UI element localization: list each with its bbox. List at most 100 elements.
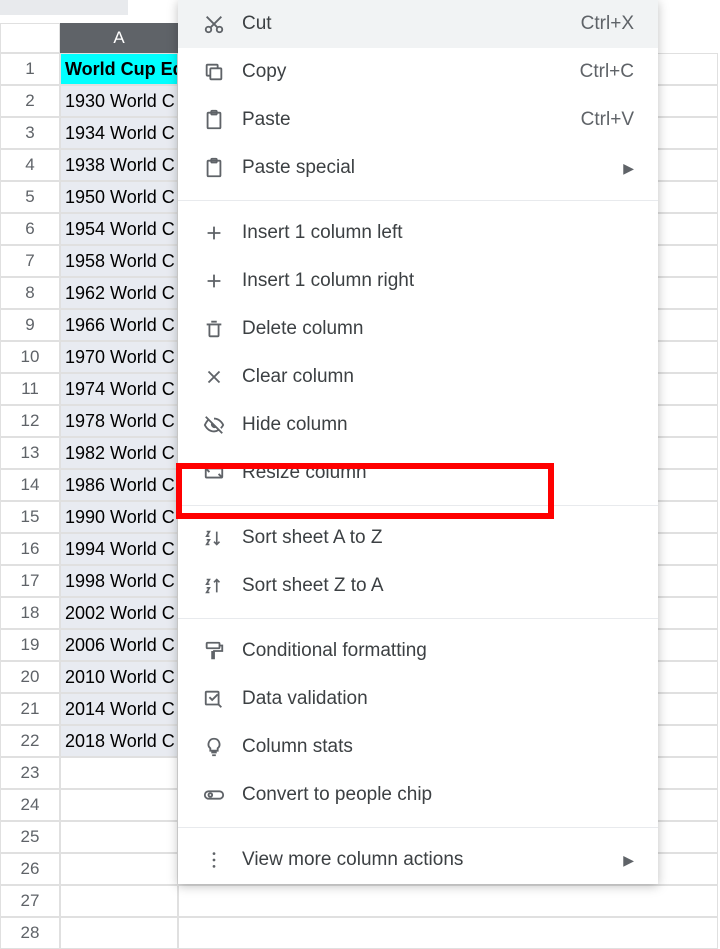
row-header[interactable]: 11 (0, 373, 60, 405)
menu-more-actions[interactable]: View more column actions ▶ (178, 836, 658, 884)
cell[interactable]: 2006 World C (60, 629, 178, 661)
cell[interactable]: 1982 World C (60, 437, 178, 469)
row-header[interactable]: 22 (0, 725, 60, 757)
cell[interactable] (178, 917, 718, 949)
cell[interactable]: 1998 World C (60, 565, 178, 597)
copy-icon (202, 60, 226, 84)
cell[interactable]: 1986 World C (60, 469, 178, 501)
menu-sort-az[interactable]: Sort sheet A to Z (178, 514, 658, 562)
paste-icon (202, 108, 226, 132)
row-header[interactable]: 8 (0, 277, 60, 309)
cell[interactable]: 2014 World C (60, 693, 178, 725)
cell[interactable]: 1974 World C (60, 373, 178, 405)
row-header[interactable]: 27 (0, 885, 60, 917)
cell[interactable]: World Cup Ed (60, 53, 178, 85)
row-header[interactable]: 3 (0, 117, 60, 149)
menu-column-stats[interactable]: Column stats (178, 723, 658, 771)
menu-insert-left[interactable]: Insert 1 column left (178, 209, 658, 257)
row-header[interactable]: 15 (0, 501, 60, 533)
cell[interactable] (60, 789, 178, 821)
row-header[interactable]: 13 (0, 437, 60, 469)
menu-copy-shortcut: Ctrl+C (580, 61, 634, 83)
cell[interactable]: 1938 World C (60, 149, 178, 181)
sort-az-icon (202, 526, 226, 550)
cell[interactable] (178, 885, 718, 917)
row-header[interactable]: 18 (0, 597, 60, 629)
cell[interactable]: 1994 World C (60, 533, 178, 565)
menu-insert-right[interactable]: Insert 1 column right (178, 257, 658, 305)
trash-icon (202, 317, 226, 341)
cell[interactable]: 1970 World C (60, 341, 178, 373)
cell[interactable]: 1962 World C (60, 277, 178, 309)
row-header[interactable]: 25 (0, 821, 60, 853)
menu-cut[interactable]: Cut Ctrl+X (178, 0, 658, 48)
menu-sort-za[interactable]: Sort sheet Z to A (178, 562, 658, 610)
menu-sort-az-label: Sort sheet A to Z (242, 527, 634, 549)
top-gray-bar (0, 0, 128, 15)
cell[interactable]: 1954 World C (60, 213, 178, 245)
cell[interactable]: 2010 World C (60, 661, 178, 693)
cell[interactable]: 2018 World C (60, 725, 178, 757)
row-header[interactable]: 17 (0, 565, 60, 597)
data-validation-icon (202, 687, 226, 711)
separator (178, 618, 658, 619)
menu-clear-column[interactable]: Clear column (178, 353, 658, 401)
row-header[interactable]: 7 (0, 245, 60, 277)
separator (178, 200, 658, 201)
row-header[interactable]: 26 (0, 853, 60, 885)
cell[interactable]: 2002 World C (60, 597, 178, 629)
menu-conditional-formatting[interactable]: Conditional formatting (178, 627, 658, 675)
cell[interactable]: 1950 World C (60, 181, 178, 213)
cut-icon (202, 12, 226, 36)
cell[interactable]: 1966 World C (60, 309, 178, 341)
row-header[interactable]: 2 (0, 85, 60, 117)
row-header[interactable]: 16 (0, 533, 60, 565)
row-header[interactable]: 12 (0, 405, 60, 437)
row-header[interactable]: 28 (0, 917, 60, 949)
row-header[interactable]: 6 (0, 213, 60, 245)
row-header[interactable]: 20 (0, 661, 60, 693)
corner-cell[interactable] (0, 23, 60, 53)
cell[interactable] (60, 853, 178, 885)
menu-hide-label: Hide column (242, 414, 634, 436)
menu-hide-column[interactable]: Hide column (178, 401, 658, 449)
cell[interactable]: 1990 World C (60, 501, 178, 533)
menu-copy[interactable]: Copy Ctrl+C (178, 48, 658, 96)
menu-people-chip[interactable]: Convert to people chip (178, 771, 658, 819)
eye-off-icon (202, 413, 226, 437)
cell[interactable] (60, 885, 178, 917)
row-header[interactable]: 24 (0, 789, 60, 821)
people-chip-icon (202, 783, 226, 807)
submenu-arrow-icon: ▶ (623, 852, 634, 869)
row-header[interactable]: 9 (0, 309, 60, 341)
cell[interactable]: 1930 World C (60, 85, 178, 117)
cell[interactable]: 1934 World C (60, 117, 178, 149)
column-header-a[interactable]: A (60, 23, 178, 53)
cell[interactable]: 1978 World C (60, 405, 178, 437)
row-header[interactable]: 14 (0, 469, 60, 501)
row-header[interactable]: 21 (0, 693, 60, 725)
cell[interactable]: 1958 World C (60, 245, 178, 277)
row-header[interactable]: 10 (0, 341, 60, 373)
row-header[interactable]: 4 (0, 149, 60, 181)
menu-paste-special[interactable]: Paste special ▶ (178, 144, 658, 192)
menu-paste[interactable]: Paste Ctrl+V (178, 96, 658, 144)
menu-insert-right-label: Insert 1 column right (242, 270, 634, 292)
cell[interactable] (60, 917, 178, 949)
row-header[interactable]: 1 (0, 53, 60, 85)
paint-roller-icon (202, 639, 226, 663)
menu-more-label: View more column actions (242, 849, 623, 871)
cell[interactable] (60, 757, 178, 789)
context-menu: Cut Ctrl+X Copy Ctrl+C Paste Ctrl+V Past… (178, 0, 658, 884)
row-header[interactable]: 5 (0, 181, 60, 213)
sort-za-icon (202, 574, 226, 598)
menu-cut-shortcut: Ctrl+X (581, 13, 634, 35)
menu-sort-za-label: Sort sheet Z to A (242, 575, 634, 597)
menu-data-validation[interactable]: Data validation (178, 675, 658, 723)
menu-resize-column[interactable]: Resize column (178, 449, 658, 497)
menu-paste-special-label: Paste special (242, 157, 623, 179)
row-header[interactable]: 19 (0, 629, 60, 661)
row-header[interactable]: 23 (0, 757, 60, 789)
menu-delete-column[interactable]: Delete column (178, 305, 658, 353)
cell[interactable] (60, 821, 178, 853)
